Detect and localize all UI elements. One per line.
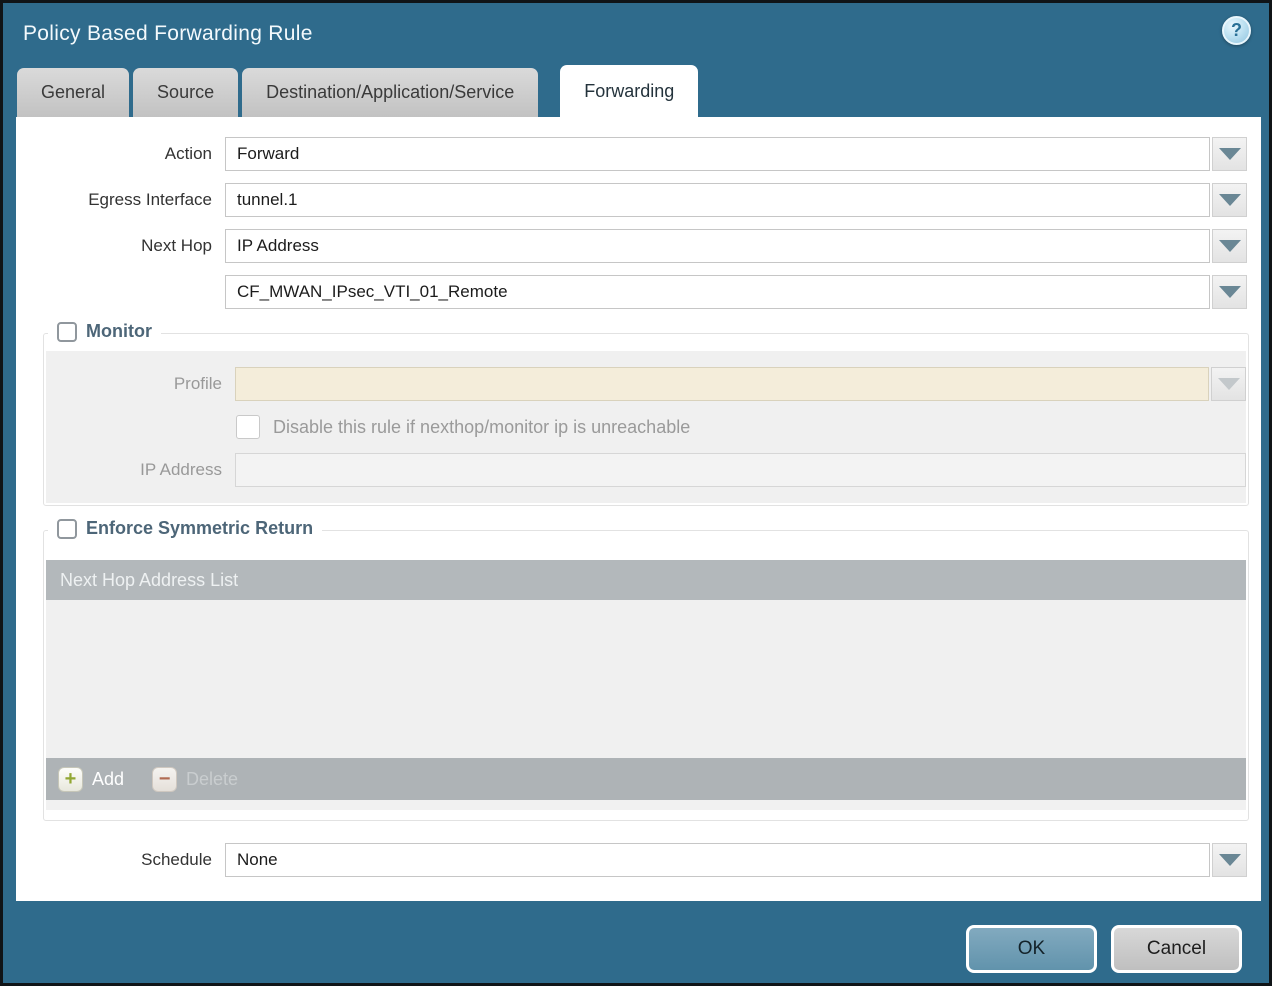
action-select[interactable]: Forward [225,137,1210,171]
dialog-title: Policy Based Forwarding Rule [23,22,313,46]
egress-interface-select[interactable]: tunnel.1 [225,183,1210,217]
next-hop-label: Next Hop [16,236,212,256]
action-label: Action [16,144,212,164]
tab-bar: General Source Destination/Application/S… [3,65,1269,117]
dialog-footer: OK Cancel [3,901,1269,983]
tab-destination-application-service[interactable]: Destination/Application/Service [242,68,538,117]
plus-icon: + [58,767,83,792]
next-hop-row: Next Hop IP Address [16,229,1261,263]
chevron-down-icon [1219,194,1241,206]
cancel-button[interactable]: Cancel [1111,925,1242,973]
egress-interface-row: Egress Interface tunnel.1 [16,183,1261,217]
disable-rule-label: Disable this rule if nexthop/monitor ip … [273,417,690,438]
pbf-rule-dialog: Policy Based Forwarding Rule ? General S… [0,0,1272,986]
profile-select [235,367,1209,401]
next-hop-address-list-body[interactable] [46,600,1246,758]
monitor-ip-address-row: IP Address [46,453,1246,487]
dialog-titlebar: Policy Based Forwarding Rule ? [3,3,1269,65]
monitor-ip-address-input [235,453,1246,487]
enforce-symmetric-return-checkbox[interactable] [57,519,77,539]
monitor-legend-label: Monitor [86,321,152,342]
profile-dropdown-button [1211,367,1246,401]
minus-icon: − [152,767,177,792]
help-icon[interactable]: ? [1222,16,1251,45]
monitor-checkbox[interactable] [57,322,77,342]
next-hop-address-list-header: Next Hop Address List [46,560,1246,600]
action-row: Action Forward [16,137,1261,171]
monitor-ip-address-label: IP Address [46,460,222,480]
profile-row: Profile [46,367,1246,401]
ok-button[interactable]: OK [966,925,1097,973]
next-hop-address-dropdown-button[interactable] [1212,275,1247,309]
next-hop-address-list-footer: + Add − Delete [46,758,1246,800]
chevron-down-icon [1219,854,1241,866]
next-hop-address-row: CF_MWAN_IPsec_VTI_01_Remote [16,275,1261,309]
add-button[interactable]: + Add [58,767,124,792]
enforce-symmetric-return-legend-label: Enforce Symmetric Return [86,518,313,539]
monitor-legend: Monitor [48,321,161,342]
monitor-panel: Profile Disable this rule if nexthop/mon… [46,351,1246,503]
profile-label: Profile [46,374,222,394]
enforce-symmetric-return-section: Enforce Symmetric Return Next Hop Addres… [43,530,1249,821]
tab-general[interactable]: General [17,68,129,117]
action-dropdown-button[interactable] [1212,137,1247,171]
tab-source[interactable]: Source [133,68,238,117]
tab-forwarding[interactable]: Forwarding [560,65,698,117]
disable-rule-row: Disable this rule if nexthop/monitor ip … [236,415,1246,439]
schedule-label: Schedule [16,850,212,870]
next-hop-type-select[interactable]: IP Address [225,229,1210,263]
schedule-row: Schedule None [16,843,1261,877]
delete-button: − Delete [152,767,238,792]
egress-interface-label: Egress Interface [16,190,212,210]
chevron-down-icon [1219,148,1241,160]
next-hop-dropdown-button[interactable] [1212,229,1247,263]
egress-interface-dropdown-button[interactable] [1212,183,1247,217]
schedule-select[interactable]: None [225,843,1210,877]
schedule-dropdown-button[interactable] [1212,843,1247,877]
delete-button-label: Delete [186,769,238,790]
disable-rule-checkbox [236,415,260,439]
next-hop-address-select[interactable]: CF_MWAN_IPsec_VTI_01_Remote [225,275,1210,309]
next-hop-address-list-table: Next Hop Address List + Add − Delete [46,560,1246,810]
forwarding-tab-panel: Action Forward Egress Interface tunnel.1… [16,117,1261,901]
add-button-label: Add [92,769,124,790]
enforce-symmetric-return-legend: Enforce Symmetric Return [48,518,322,539]
chevron-down-icon [1218,378,1240,390]
monitor-section: Monitor Profile Disable this rule if nex… [43,333,1249,506]
chevron-down-icon [1219,286,1241,298]
chevron-down-icon [1219,240,1241,252]
